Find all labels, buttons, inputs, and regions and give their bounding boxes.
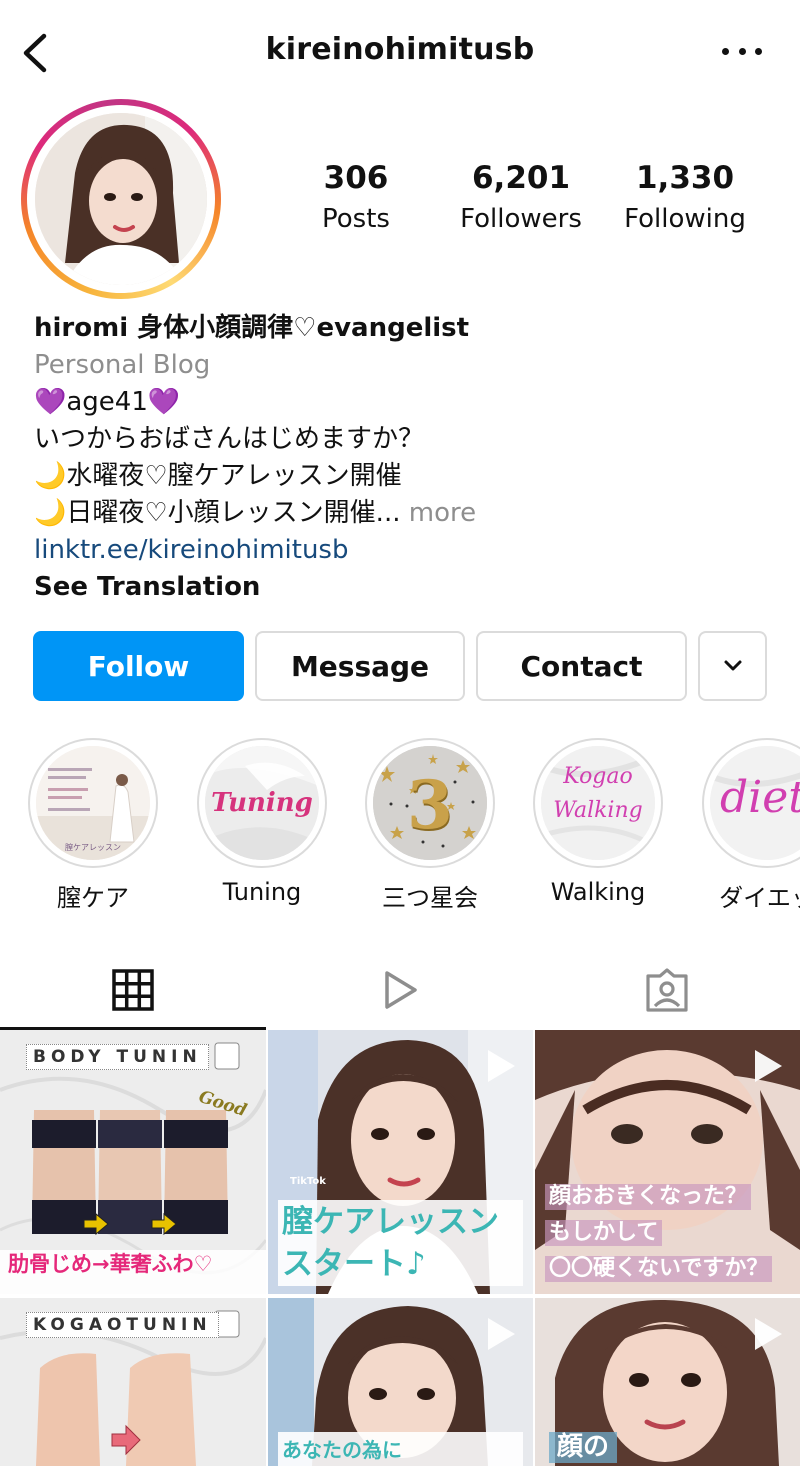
more-options-icon[interactable] — [722, 36, 762, 66]
bio-external-link[interactable]: linktr.ee/kireinohimitusb — [34, 532, 774, 569]
followers-stat[interactable]: 6,201 Followers — [431, 160, 611, 234]
highlight-label: Tuning — [222, 878, 302, 906]
tab-posts-grid[interactable] — [0, 950, 266, 1030]
highlight-cover-text: 3 — [407, 766, 453, 844]
profile-username: kireinohimitusb — [265, 32, 535, 67]
grid-post[interactable]: 顔おおきくなった？ もしかして 〇〇硬くないですか？ — [535, 1030, 800, 1294]
profile-tabs — [0, 950, 800, 1030]
bio-line-2: いつからおばさんはじめますか？ — [34, 424, 425, 454]
grid-post[interactable]: BODY TUNIN Good 肋骨じめ→華奢ふわ♡ — [0, 1030, 266, 1294]
post-watermark: TikTok — [290, 1176, 326, 1187]
highlight-diet[interactable]: diet ダイエッ — [700, 738, 800, 913]
tagged-person-icon — [646, 968, 688, 1012]
follow-button[interactable]: Follow — [33, 631, 244, 701]
highlight-label: Walking — [550, 878, 646, 906]
reel-play-icon — [488, 1050, 515, 1082]
post-caption-line-3: 〇〇硬くないですか？ — [545, 1256, 773, 1283]
contact-button[interactable]: Contact — [476, 631, 687, 701]
highlight-vaginal-care[interactable]: 膣ケアレッスン 膣ケア — [26, 738, 160, 913]
profile-bio: hiromi 身体小顔調律♡evangelist Personal Blog 💜… — [34, 310, 774, 606]
following-count: 1,330 — [635, 160, 735, 196]
bio-line-1: 💜age41💜 — [34, 387, 181, 417]
reel-play-icon — [488, 1318, 515, 1350]
avatar — [35, 113, 207, 285]
chevron-down-icon — [724, 660, 741, 671]
following-label: Following — [624, 204, 746, 234]
highlight-cover-text-bottom: Walking — [553, 798, 643, 823]
reel-play-icon — [755, 1318, 782, 1350]
post-caption: 肋骨じめ→華奢ふわ♡ — [8, 1252, 213, 1276]
post-header-text: KOGAOTUNIN — [26, 1312, 219, 1339]
tab-tagged[interactable] — [534, 950, 800, 1030]
post-caption-line-1: あなたの為に — [282, 1438, 402, 1462]
message-button[interactable]: Message — [255, 631, 465, 701]
post-header-text: BODY TUNIN — [26, 1044, 209, 1071]
grid-post[interactable]: TikTok 膣ケアレッスン スタート♪ — [268, 1030, 533, 1294]
bio-more-link[interactable]: more — [409, 498, 476, 528]
highlight-label: ダイエッ — [719, 884, 800, 912]
highlight-cover-text: Tuning — [211, 788, 313, 818]
posts-count: 306 — [323, 160, 389, 196]
highlight-tuning[interactable]: Tuning Tuning — [195, 738, 329, 906]
followers-count: 6,201 — [471, 160, 571, 196]
grid-icon — [112, 969, 154, 1011]
followers-label: Followers — [460, 204, 582, 234]
highlight-label: 膣ケア — [57, 884, 129, 912]
post-caption-line-2: もしかして — [545, 1220, 663, 1247]
bio-line-4-row: 🌙日曜夜♡小顔レッスン開催... more — [34, 495, 774, 532]
grid-post[interactable]: あなたの為に — [268, 1298, 533, 1466]
grid-post[interactable]: KOGAOTUNIN — [0, 1298, 266, 1466]
profile-header: kireinohimitusb — [0, 0, 800, 104]
highlight-cover-text: diet — [720, 772, 800, 823]
avatar-story-ring[interactable] — [21, 99, 221, 299]
see-translation-link[interactable]: See Translation — [34, 569, 774, 606]
profile-stats: 306 Posts 6,201 Followers 1,330 Followin… — [270, 160, 800, 250]
posts-grid: BODY TUNIN Good 肋骨じめ→華奢ふわ♡ TikTok 膣ケアレッス… — [0, 1030, 800, 1466]
profile-category: Personal Blog — [34, 350, 211, 380]
post-caption-line-1: 顔おおきくなった？ — [545, 1184, 752, 1211]
following-stat[interactable]: 1,330 Following — [595, 160, 775, 234]
posts-label: Posts — [322, 204, 390, 234]
grid-post[interactable]: 顔の — [535, 1298, 800, 1466]
highlight-three-stars[interactable]: 3 三つ星会 — [363, 738, 497, 913]
bio-line-3: 🌙水曜夜♡膣ケアレッスン開催 — [34, 461, 402, 491]
profile-display-name: hiromi 身体小顔調律♡evangelist — [34, 313, 470, 343]
post-caption-line-1: 顔の — [549, 1432, 618, 1464]
reel-play-icon — [755, 1050, 782, 1082]
highlight-cover-text-top: Kogao — [563, 764, 633, 789]
post-caption-line-2: スタート♪ — [282, 1246, 426, 1282]
highlight-cover-text: 膣ケアレッスン — [65, 843, 121, 852]
highlight-walking[interactable]: Kogao Walking Walking — [531, 738, 665, 906]
bio-line-4: 🌙日曜夜♡小顔レッスン開催... — [34, 498, 401, 528]
post-caption-line-1: 膣ケアレッスン — [282, 1204, 499, 1240]
highlight-label: 三つ星会 — [382, 884, 478, 912]
posts-stat[interactable]: 306 Posts — [266, 160, 446, 234]
suggested-accounts-button[interactable] — [698, 631, 767, 701]
tab-reels[interactable] — [267, 950, 533, 1030]
play-icon — [385, 971, 417, 1009]
